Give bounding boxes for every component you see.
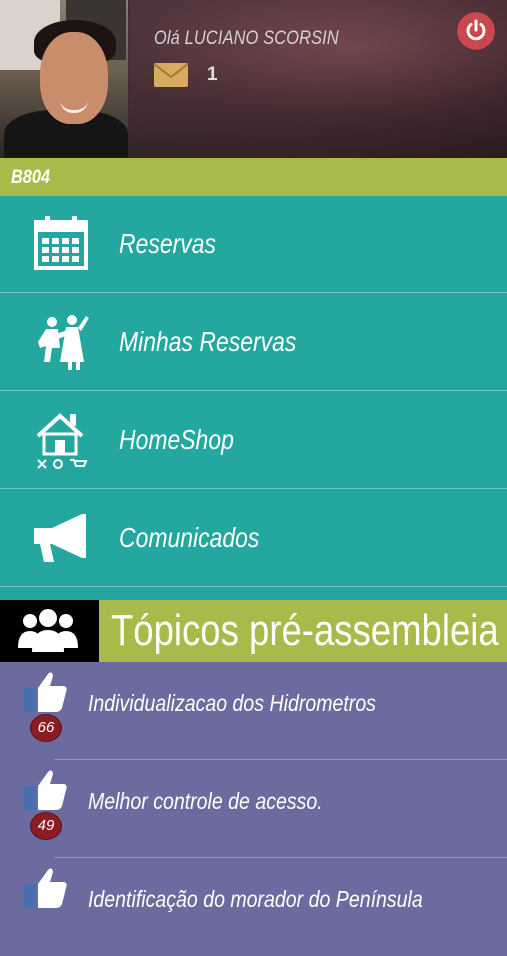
calendar-icon bbox=[34, 216, 88, 270]
topics-header: Tópicos pré-assembleia bbox=[0, 600, 507, 662]
topics-list: 66 Individualizacao dos Hidrometros 49 M… bbox=[0, 662, 507, 912]
menu-label-comunicados: Comunicados bbox=[119, 522, 260, 553]
unit-bar: B804 bbox=[0, 158, 507, 196]
main-menu: Reservas Minhas Reservas HomeShop Comuni… bbox=[0, 196, 507, 600]
like-count-badge: 49 bbox=[30, 812, 62, 840]
group-icon bbox=[18, 609, 78, 652]
menu-item-homeshop[interactable]: HomeShop bbox=[0, 392, 507, 489]
topic-item[interactable]: 66 Individualizacao dos Hidrometros bbox=[0, 662, 507, 760]
dancing-people-icon bbox=[38, 315, 89, 370]
topic-item[interactable]: Identificação do morador do Península bbox=[0, 858, 507, 956]
mail-icon[interactable] bbox=[153, 62, 189, 88]
topics-title-box: Tópicos pré-assembleia bbox=[99, 600, 507, 662]
menu-label-homeshop: HomeShop bbox=[119, 424, 234, 455]
megaphone-icon bbox=[34, 514, 86, 562]
logout-button[interactable] bbox=[457, 12, 495, 50]
thumbs-up-icon[interactable] bbox=[22, 866, 68, 910]
menu-label-reservas: Reservas bbox=[119, 228, 216, 259]
power-icon bbox=[466, 19, 486, 41]
thumbs-up-icon[interactable] bbox=[22, 670, 68, 714]
like-count-badge: 66 bbox=[30, 714, 62, 742]
profile-header: Olá LUCIANO SCORSIN 1 bbox=[0, 0, 507, 158]
menu-item-comunicados[interactable]: Comunicados bbox=[0, 490, 507, 587]
menu-label-minhas-reservas: Minhas Reservas bbox=[119, 326, 297, 357]
topics-icon-box bbox=[0, 600, 99, 662]
greeting-text: Olá LUCIANO SCORSIN bbox=[154, 28, 339, 49]
home-shop-icon bbox=[36, 413, 88, 469]
menu-item-minhas-reservas[interactable]: Minhas Reservas bbox=[0, 294, 507, 391]
user-avatar[interactable] bbox=[0, 0, 128, 158]
unit-label: B804 bbox=[11, 167, 51, 188]
message-count: 1 bbox=[207, 64, 218, 85]
menu-item-reservas[interactable]: Reservas bbox=[0, 196, 507, 293]
topic-item[interactable]: 49 Melhor controle de acesso. bbox=[0, 760, 507, 858]
topic-text: Melhor controle de acesso. bbox=[88, 788, 323, 814]
topic-text: Individualizacao dos Hidrometros bbox=[88, 690, 376, 716]
thumbs-up-icon[interactable] bbox=[22, 768, 68, 812]
topics-title: Tópicos pré-assembleia bbox=[111, 606, 499, 655]
